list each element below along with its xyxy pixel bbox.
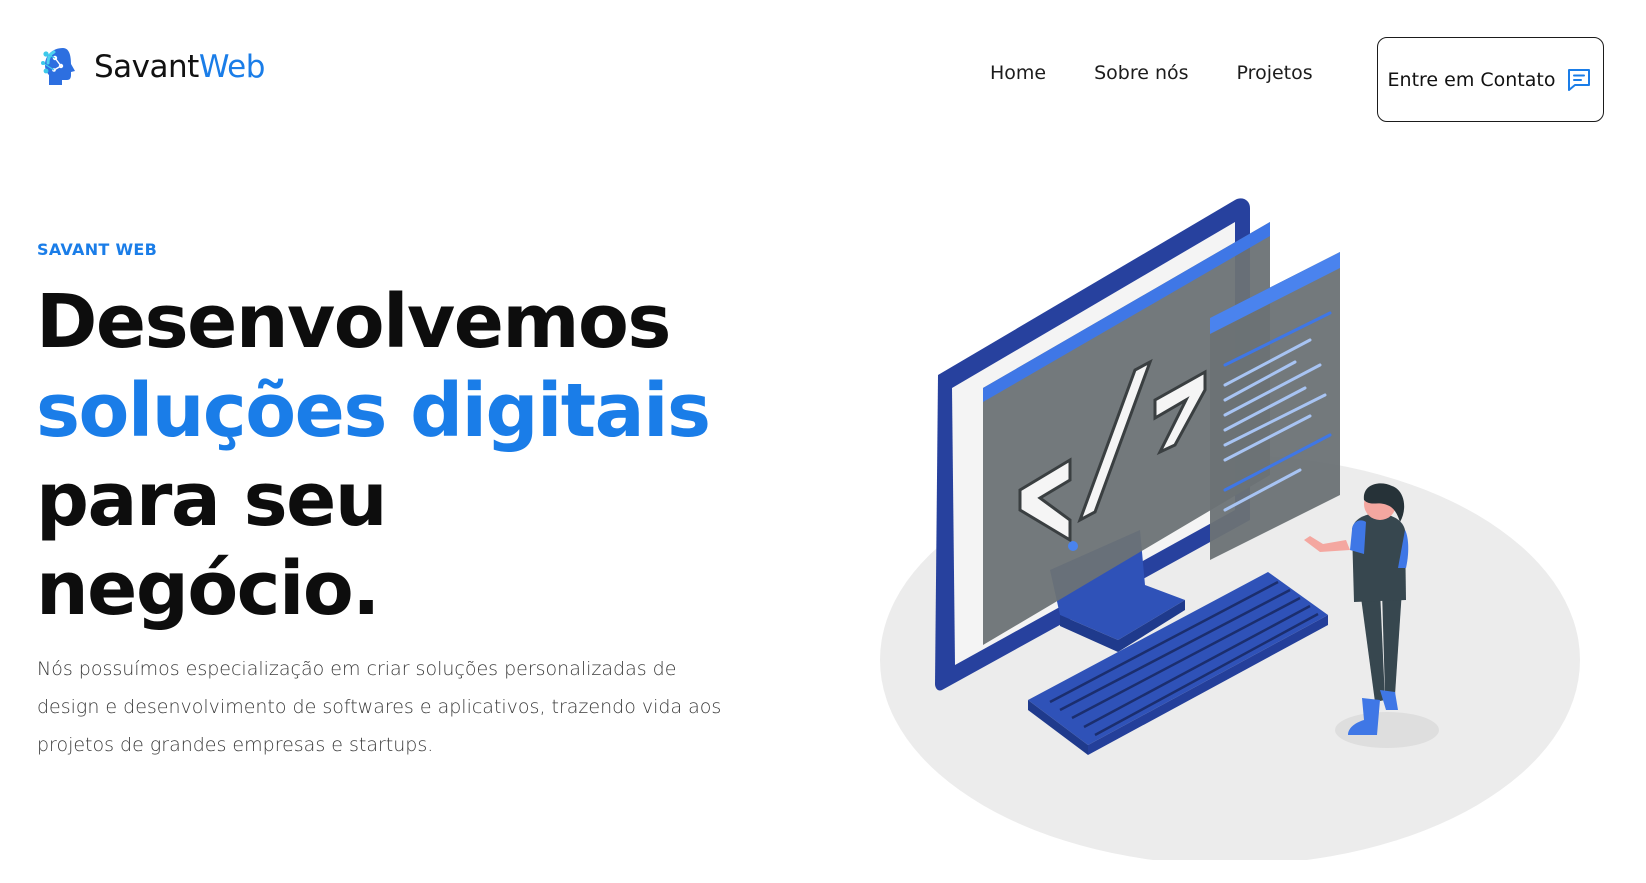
logo-name-part2: Web xyxy=(198,49,266,85)
nav-item-home[interactable]: Home xyxy=(990,62,1046,84)
nav-item-projetos[interactable]: Projetos xyxy=(1237,62,1313,84)
headline-line-1: Desenvolvemos xyxy=(36,279,671,365)
hero-eyebrow: SAVANT WEB xyxy=(37,240,158,259)
logo[interactable]: SavantWeb xyxy=(40,44,265,90)
hero-description: Nós possuímos especialização em criar so… xyxy=(37,658,722,756)
hero-headline: Desenvolvemos soluções digitais para seu… xyxy=(36,278,796,634)
logo-text: SavantWeb xyxy=(94,49,265,85)
headline-line-3: para seu xyxy=(36,457,388,543)
nav-item-sobre-nos[interactable]: Sobre nós xyxy=(1094,62,1188,84)
contact-button-label: Entre em Contato xyxy=(1387,68,1556,91)
main-nav: Home Sobre nós Projetos xyxy=(990,62,1313,84)
chat-icon xyxy=(1568,68,1591,91)
headline-line-2: soluções digitais xyxy=(36,368,711,454)
headline-line-4: negócio. xyxy=(36,546,380,632)
logo-name-part1: Savant xyxy=(94,49,199,85)
brain-head-logo-icon xyxy=(41,48,75,85)
developer-computer-illustration xyxy=(880,198,1580,860)
contact-button[interactable]: Entre em Contato xyxy=(1377,37,1604,122)
